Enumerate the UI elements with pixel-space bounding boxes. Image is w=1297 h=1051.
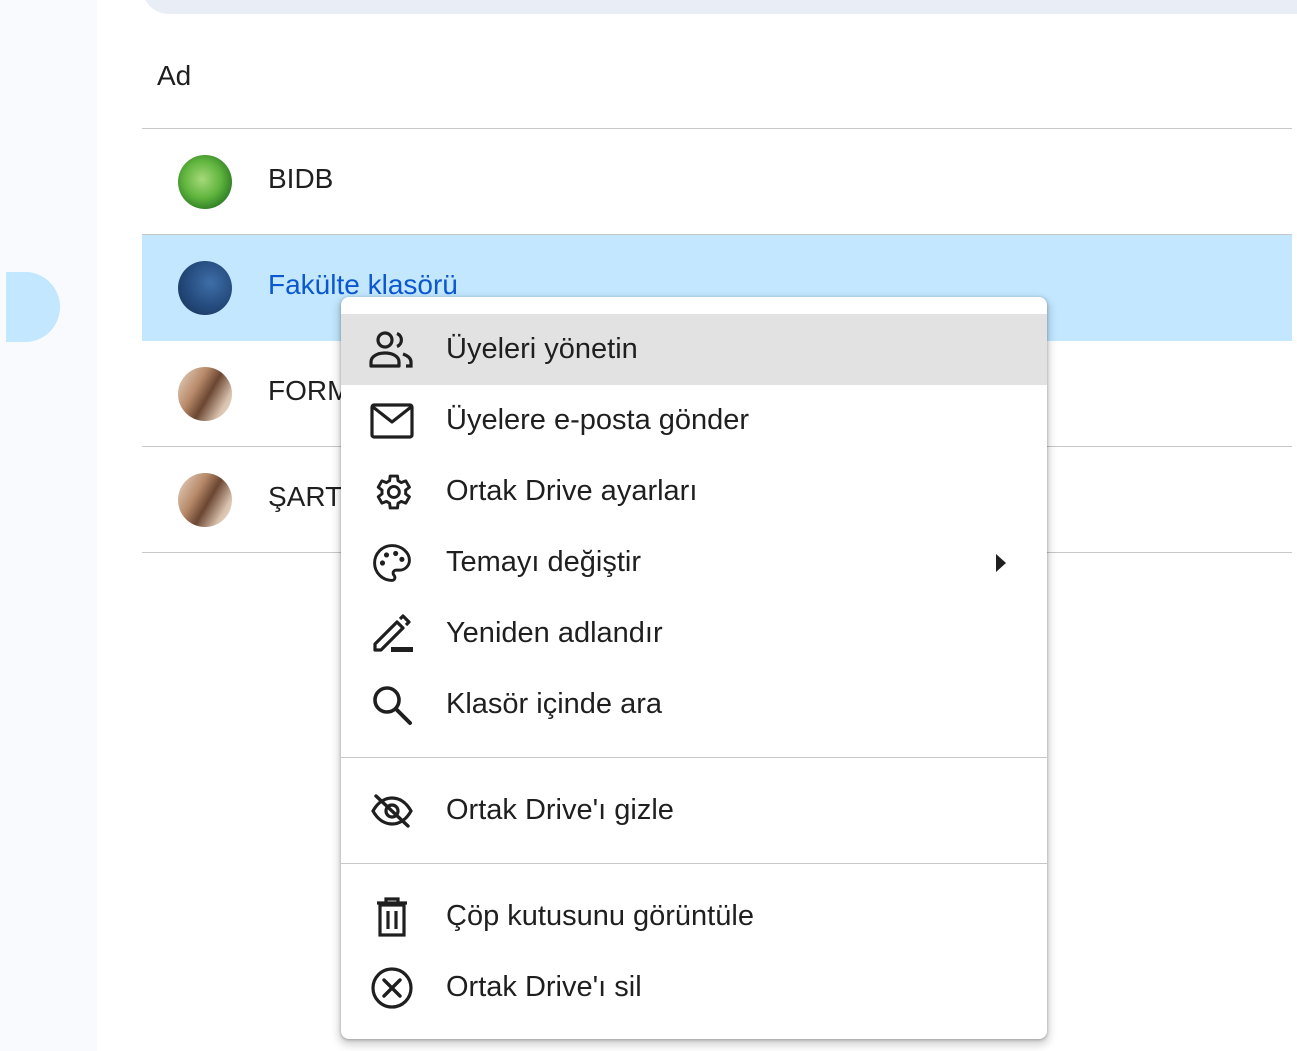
- menu-item-label: Klasör içinde ara: [446, 688, 662, 720]
- menu-divider: [341, 757, 1047, 758]
- column-header-name[interactable]: Ad: [142, 50, 1292, 129]
- table-row[interactable]: BIDB: [142, 129, 1292, 235]
- drive-name: BIDB: [268, 163, 334, 194]
- context-menu: Üyeleri yönetin Üyelere e-posta gönder O…: [341, 297, 1047, 1039]
- menu-item-rename[interactable]: Yeniden adlandır: [341, 598, 1047, 669]
- palette-icon: [367, 538, 417, 588]
- menu-item-change-theme[interactable]: Temayı değiştir: [341, 527, 1047, 598]
- menu-item-view-trash[interactable]: Çöp kutusunu görüntüle: [341, 881, 1047, 952]
- menu-item-label: Ortak Drive'ı gizle: [446, 794, 674, 826]
- menu-item-search-in-folder[interactable]: Klasör içinde ara: [341, 669, 1047, 740]
- trash-icon: [367, 892, 417, 942]
- eye-off-icon: [367, 786, 417, 836]
- menu-item-delete-drive[interactable]: Ortak Drive'ı sil: [341, 952, 1047, 1023]
- drive-avatar: [178, 473, 232, 527]
- close-circle-icon: [367, 963, 417, 1013]
- drive-avatar: [178, 367, 232, 421]
- column-header-label: Ad: [157, 60, 192, 91]
- drive-name: FORM: [268, 375, 351, 406]
- nav-active-indicator[interactable]: [6, 272, 60, 342]
- menu-item-drive-settings[interactable]: Ortak Drive ayarları: [341, 456, 1047, 527]
- mail-icon: [367, 396, 417, 446]
- menu-divider: [341, 863, 1047, 864]
- chevron-right-icon: [991, 548, 1011, 578]
- menu-item-label: Çöp kutusunu görüntüle: [446, 900, 754, 932]
- menu-item-label: Temayı değiştir: [446, 546, 642, 578]
- menu-item-manage-members[interactable]: Üyeleri yönetin: [341, 314, 1047, 385]
- search-icon: [367, 680, 417, 730]
- drive-avatar: [178, 261, 232, 315]
- menu-item-label: Üyelere e-posta gönder: [446, 404, 750, 436]
- menu-item-label: Üyeleri yönetin: [446, 333, 638, 365]
- menu-item-label: Yeniden adlandır: [446, 617, 663, 649]
- menu-item-hide-drive[interactable]: Ortak Drive'ı gizle: [341, 775, 1047, 846]
- menu-item-label: Ortak Drive'ı sil: [446, 971, 642, 1003]
- menu-item-label: Ortak Drive ayarları: [446, 475, 698, 507]
- manage-members-icon: [367, 325, 417, 375]
- gear-icon: [367, 467, 417, 517]
- drive-name: ŞART: [268, 481, 343, 512]
- rename-pen-icon: [367, 609, 417, 659]
- left-navigation-rail: [0, 0, 97, 1051]
- search-bar[interactable]: [142, 0, 1297, 14]
- menu-item-email-members[interactable]: Üyelere e-posta gönder: [341, 385, 1047, 456]
- drive-avatar: [178, 155, 232, 209]
